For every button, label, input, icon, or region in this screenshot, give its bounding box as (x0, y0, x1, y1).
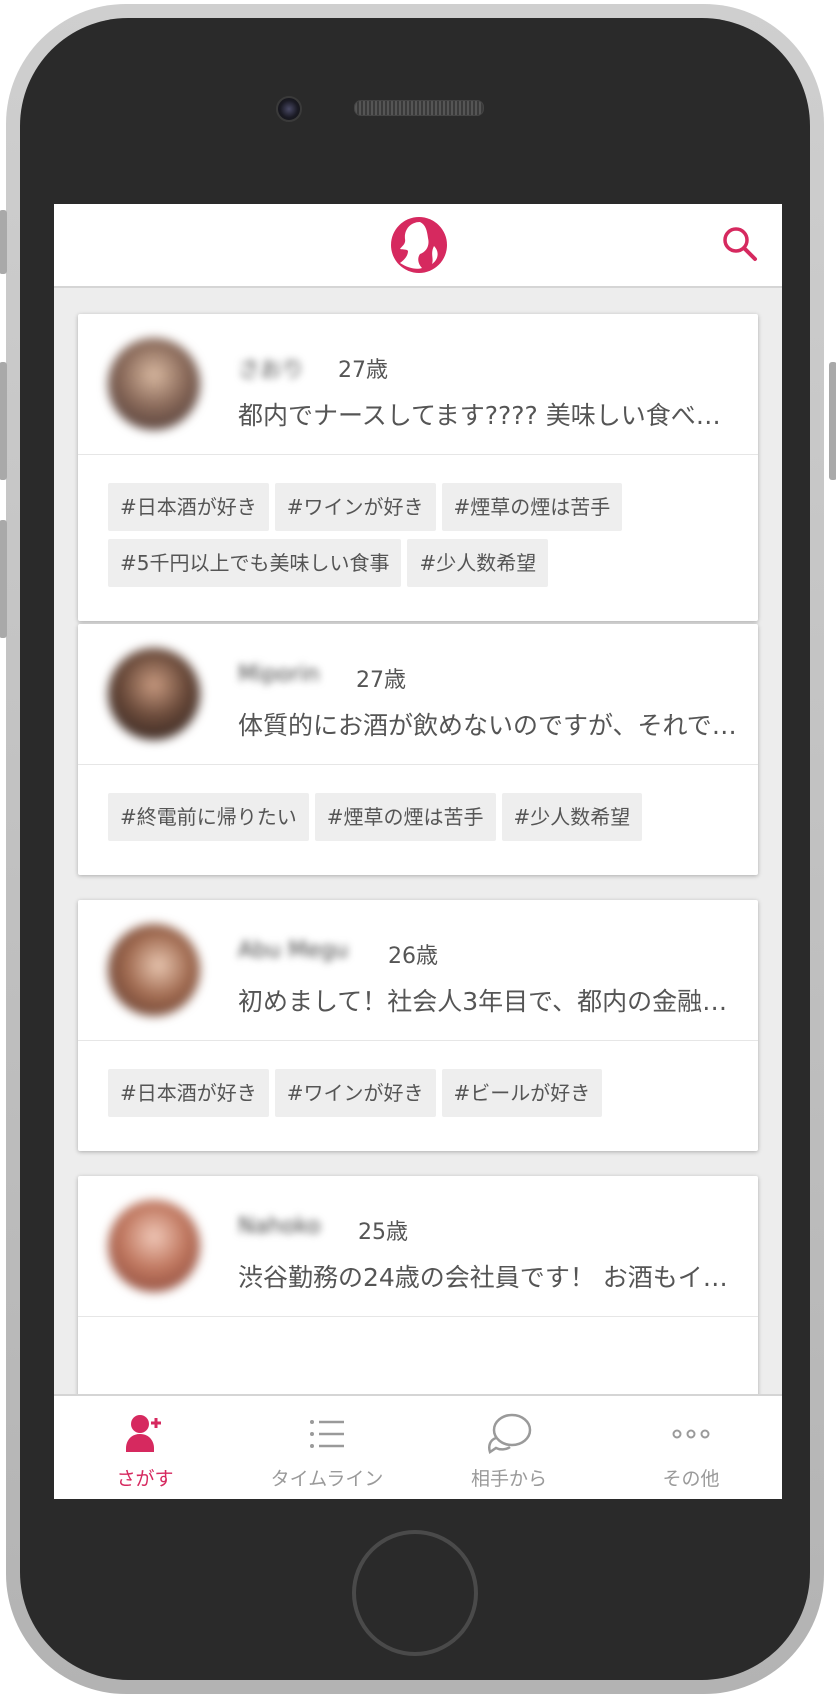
profile-bio: 初めまして！社会人3年目で、都内の金融機関で働いています (238, 987, 738, 1016)
profile-card-header: Miporin 27歳 体質的にお酒が飲めないのですが、それでも楽しめる方 (78, 624, 758, 765)
tag[interactable]: #ビールが好き (441, 1069, 603, 1117)
profile-bio: 渋谷勤務の24歳の会社員です！ お酒もイケる口です (238, 1263, 738, 1292)
person-add-icon (126, 1415, 161, 1452)
profile-card[interactable]: さおり 27歳 都内でナースしてます???? 美味しい食べ物が好きです #日本酒… (78, 314, 758, 621)
tag[interactable]: #ワインが好き (274, 483, 436, 531)
profile-card-header: Nahoko 25歳 渋谷勤務の24歳の会社員です！ お酒もイケる口です (78, 1176, 758, 1317)
tab-from-others[interactable]: 相手から (418, 1396, 600, 1499)
avatar[interactable] (108, 338, 200, 430)
avatar[interactable] (108, 924, 200, 1016)
front-camera (276, 96, 302, 122)
avatar[interactable] (108, 1200, 200, 1292)
profile-age: 26歳 (388, 944, 438, 969)
tag[interactable]: #日本酒が好き (108, 483, 269, 531)
tab-label: 相手から (470, 1468, 547, 1490)
profile-name: Miporin (238, 662, 320, 687)
tag[interactable]: #終電前に帰りたい (108, 793, 309, 841)
volume-up-button (0, 362, 7, 480)
tag[interactable]: #少人数希望 (501, 793, 643, 841)
home-button[interactable] (352, 1530, 478, 1656)
tab-label: さがす (116, 1468, 174, 1490)
tag-list: #終電前に帰りたい #煙草の煙は苦手 #少人数希望 (78, 765, 758, 875)
profile-name: Abu Megu (238, 938, 349, 963)
tag[interactable]: #少人数希望 (407, 539, 549, 587)
tag-list: #日本酒が好き #ワインが好き #ビールが好き (78, 1041, 758, 1151)
volume-down-button (0, 520, 7, 638)
profile-age: 27歳 (338, 358, 388, 383)
tag[interactable]: #日本酒が好き (108, 1069, 269, 1117)
tab-timeline[interactable]: タイムライン (236, 1396, 418, 1499)
profile-card-header: Abu Megu 26歳 初めまして！社会人3年目で、都内の金融機関で働いていま… (78, 900, 758, 1041)
woman-silhouette-logo-icon[interactable] (390, 216, 448, 274)
list-icon (310, 1420, 344, 1448)
profile-age: 27歳 (356, 668, 406, 693)
tab-label: その他 (662, 1468, 720, 1490)
profile-card[interactable]: Abu Megu 26歳 初めまして！社会人3年目で、都内の金融機関で働いていま… (78, 900, 758, 1151)
more-dots-icon (672, 1429, 710, 1439)
tab-search[interactable]: さがす (54, 1396, 236, 1499)
profile-name: さおり (238, 358, 305, 383)
tab-label: タイムライン (270, 1468, 384, 1490)
profile-feed[interactable]: さおり 27歳 都内でナースしてます???? 美味しい食べ物が好きです #日本酒… (54, 288, 782, 1394)
power-button (829, 362, 836, 480)
profile-name: Nahoko (238, 1214, 321, 1239)
tag-list: #日本酒が好き #ワインが好き #煙草の煙は苦手 #5千円以上でも美味しい食事 #少人数… (78, 455, 758, 621)
profile-age: 25歳 (358, 1220, 408, 1245)
tag[interactable]: #煙草の煙は苦手 (314, 793, 496, 841)
profile-card[interactable]: Miporin 27歳 体質的にお酒が飲めないのですが、それでも楽しめる方 #終… (78, 624, 758, 875)
search-icon[interactable] (720, 224, 760, 264)
bottom-tab-bar: さがす タイムライン 相手から その他 (54, 1394, 782, 1499)
tag[interactable]: #煙草の煙は苦手 (441, 483, 623, 531)
app-header (54, 204, 782, 288)
mute-switch (0, 210, 7, 274)
earpiece-speaker (354, 100, 484, 116)
tab-more[interactable]: その他 (600, 1396, 782, 1499)
avatar[interactable] (108, 648, 200, 740)
profile-card[interactable]: Nahoko 25歳 渋谷勤務の24歳の会社員です！ お酒もイケる口です (78, 1176, 758, 1394)
tag[interactable]: #ワインが好き (274, 1069, 436, 1117)
profile-bio: 都内でナースしてます???? 美味しい食べ物が好きです (238, 401, 738, 430)
profile-bio: 体質的にお酒が飲めないのですが、それでも楽しめる方 (238, 711, 738, 740)
chat-bubbles-icon (488, 1413, 532, 1454)
profile-card-header: さおり 27歳 都内でナースしてます???? 美味しい食べ物が好きです (78, 314, 758, 455)
app-screen: さおり 27歳 都内でナースしてます???? 美味しい食べ物が好きです #日本酒… (54, 204, 782, 1499)
tag[interactable]: #5千円以上でも美味しい食事 (108, 539, 402, 587)
